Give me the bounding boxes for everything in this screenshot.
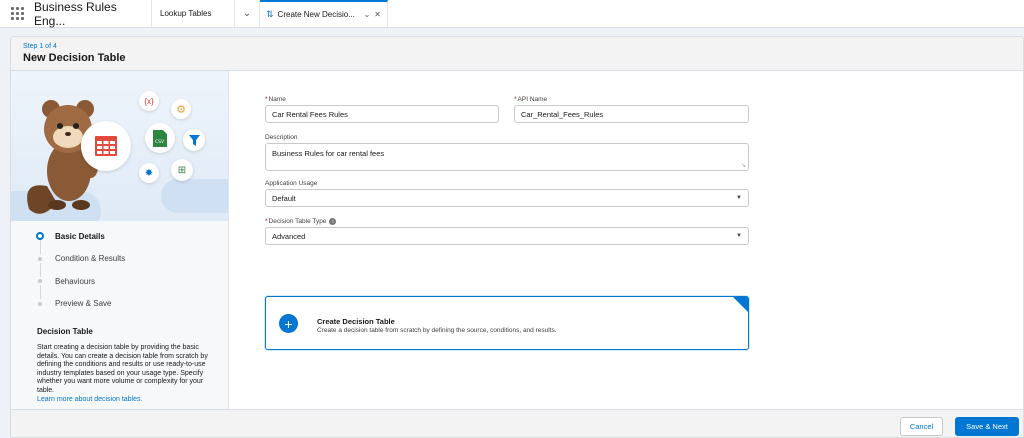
wizard-footer: Cancel Save & Next: [11, 409, 1023, 437]
step-basic-details[interactable]: Basic Details: [36, 225, 228, 254]
info-icon[interactable]: i: [329, 218, 337, 225]
close-icon[interactable]: ✕: [374, 10, 381, 19]
tab-label: Create New Decisio...: [277, 10, 355, 19]
chevron-down-icon: ▼: [736, 195, 742, 201]
resize-handle-icon[interactable]: ↘: [741, 162, 746, 169]
description-value: Business Rules for car rental fees: [272, 149, 385, 158]
api-name-field-group: *API Name Car_Rental_Fees_Rules: [514, 96, 749, 123]
network-icon: ✸: [139, 163, 159, 183]
help-text: Start creating a decision table by provi…: [37, 344, 208, 394]
description-label: Description: [265, 134, 298, 141]
step-dot-icon: [38, 279, 42, 284]
name-field-group: *Name Car Rental Fees Rules: [265, 96, 499, 123]
application-usage-label: Application Usage: [265, 180, 318, 187]
description-field-group: Description Business Rules for car renta…: [265, 134, 749, 171]
help-title: Decision Table: [37, 327, 93, 336]
chevron-down-icon: ▼: [736, 233, 742, 240]
wizard-sidebar: {x} ⚙ CSV ✸ ⊞ Basic Details Condition & …: [11, 71, 229, 409]
application-usage-field-group: Application Usage Default ▼: [265, 180, 749, 207]
app-name: Business Rules Eng...: [34, 0, 152, 28]
decision-table-type-label: *Decision Table Type i: [265, 218, 749, 225]
option-description: Create a decision table from scratch by …: [317, 327, 557, 334]
option-title: Create Decision Table: [317, 317, 395, 326]
name-label: *Name: [265, 96, 286, 103]
csv-file-icon: CSV: [145, 123, 175, 153]
step-label: Condition & Results: [55, 254, 126, 264]
description-textarea[interactable]: Business Rules for car rental fees ↘: [265, 143, 749, 171]
step-label: Preview & Save: [55, 299, 112, 309]
name-input[interactable]: Car Rental Fees Rules: [265, 105, 499, 123]
decision-table-type-field-group: *Decision Table Type i Advanced ▼: [265, 218, 749, 246]
selected-value: Advanced: [272, 231, 306, 241]
application-usage-select[interactable]: Default ▼: [265, 189, 749, 207]
step-preview-save[interactable]: Preview & Save: [37, 293, 228, 316]
add-icon: +: [279, 314, 298, 333]
cancel-button[interactable]: Cancel: [900, 417, 943, 436]
selected-corner-icon: [733, 297, 748, 312]
page-title: New Decision Table: [23, 52, 126, 64]
create-decision-table-option[interactable]: + Create Decision Table Create a decisio…: [265, 296, 749, 350]
illustration: {x} ⚙ CSV ✸ ⊞: [11, 71, 228, 221]
filter-icon: [183, 129, 205, 151]
step-label: Behaviours: [55, 276, 96, 286]
step-indicator: Step 1 of 4: [23, 43, 57, 50]
wizard-header: Step 1 of 4 New Decision Table: [11, 37, 1023, 71]
required-marker: *: [265, 218, 268, 226]
tab-lookup-tables[interactable]: Lookup Tables: [152, 0, 234, 27]
formula-icon: {x}: [139, 91, 159, 111]
required-marker: *: [514, 96, 517, 103]
decision-table-type-select[interactable]: Advanced ▼: [265, 227, 749, 246]
tab-create-new-decision-table[interactable]: ⇅ Create New Decisio... ⌄ ✕: [260, 0, 388, 27]
chevron-down-icon[interactable]: ⌄: [234, 0, 260, 27]
required-marker: *: [265, 96, 268, 103]
apps-icon: ⊞: [171, 159, 193, 181]
tab-menu-chevron-icon[interactable]: ⌄: [364, 10, 371, 19]
api-name-input[interactable]: Car_Rental_Fees_Rules: [514, 105, 749, 123]
decision-table-icon: ⇅: [266, 9, 274, 19]
learn-more-link[interactable]: Learn more about decision tables.: [37, 396, 218, 403]
step-dot-icon: [38, 256, 42, 261]
step-condition-results[interactable]: Condition & Results: [37, 248, 228, 277]
save-next-button[interactable]: Save & Next: [955, 417, 1019, 436]
svg-text:CSV: CSV: [155, 139, 165, 145]
step-dot-icon: [38, 301, 42, 306]
step-behaviours[interactable]: Behaviours: [37, 270, 228, 299]
app-launcher-icon[interactable]: [0, 0, 34, 27]
wizard-steps: Basic Details Condition & Results Behavi…: [11, 221, 228, 315]
help-panel: Decision Table Start creating a decision…: [11, 315, 228, 403]
gear-icon: ⚙: [171, 99, 191, 119]
decision-table-icon: [81, 121, 131, 171]
top-nav: Business Rules Eng... Lookup Tables ⌄ ⇅ …: [0, 0, 1024, 28]
api-name-label: *API Name: [514, 96, 548, 103]
step-label: Basic Details: [55, 231, 105, 241]
wizard-card: Step 1 of 4 New Decision Table {x} ⚙ CSV…: [10, 36, 1024, 438]
selected-value: Default: [272, 193, 296, 203]
